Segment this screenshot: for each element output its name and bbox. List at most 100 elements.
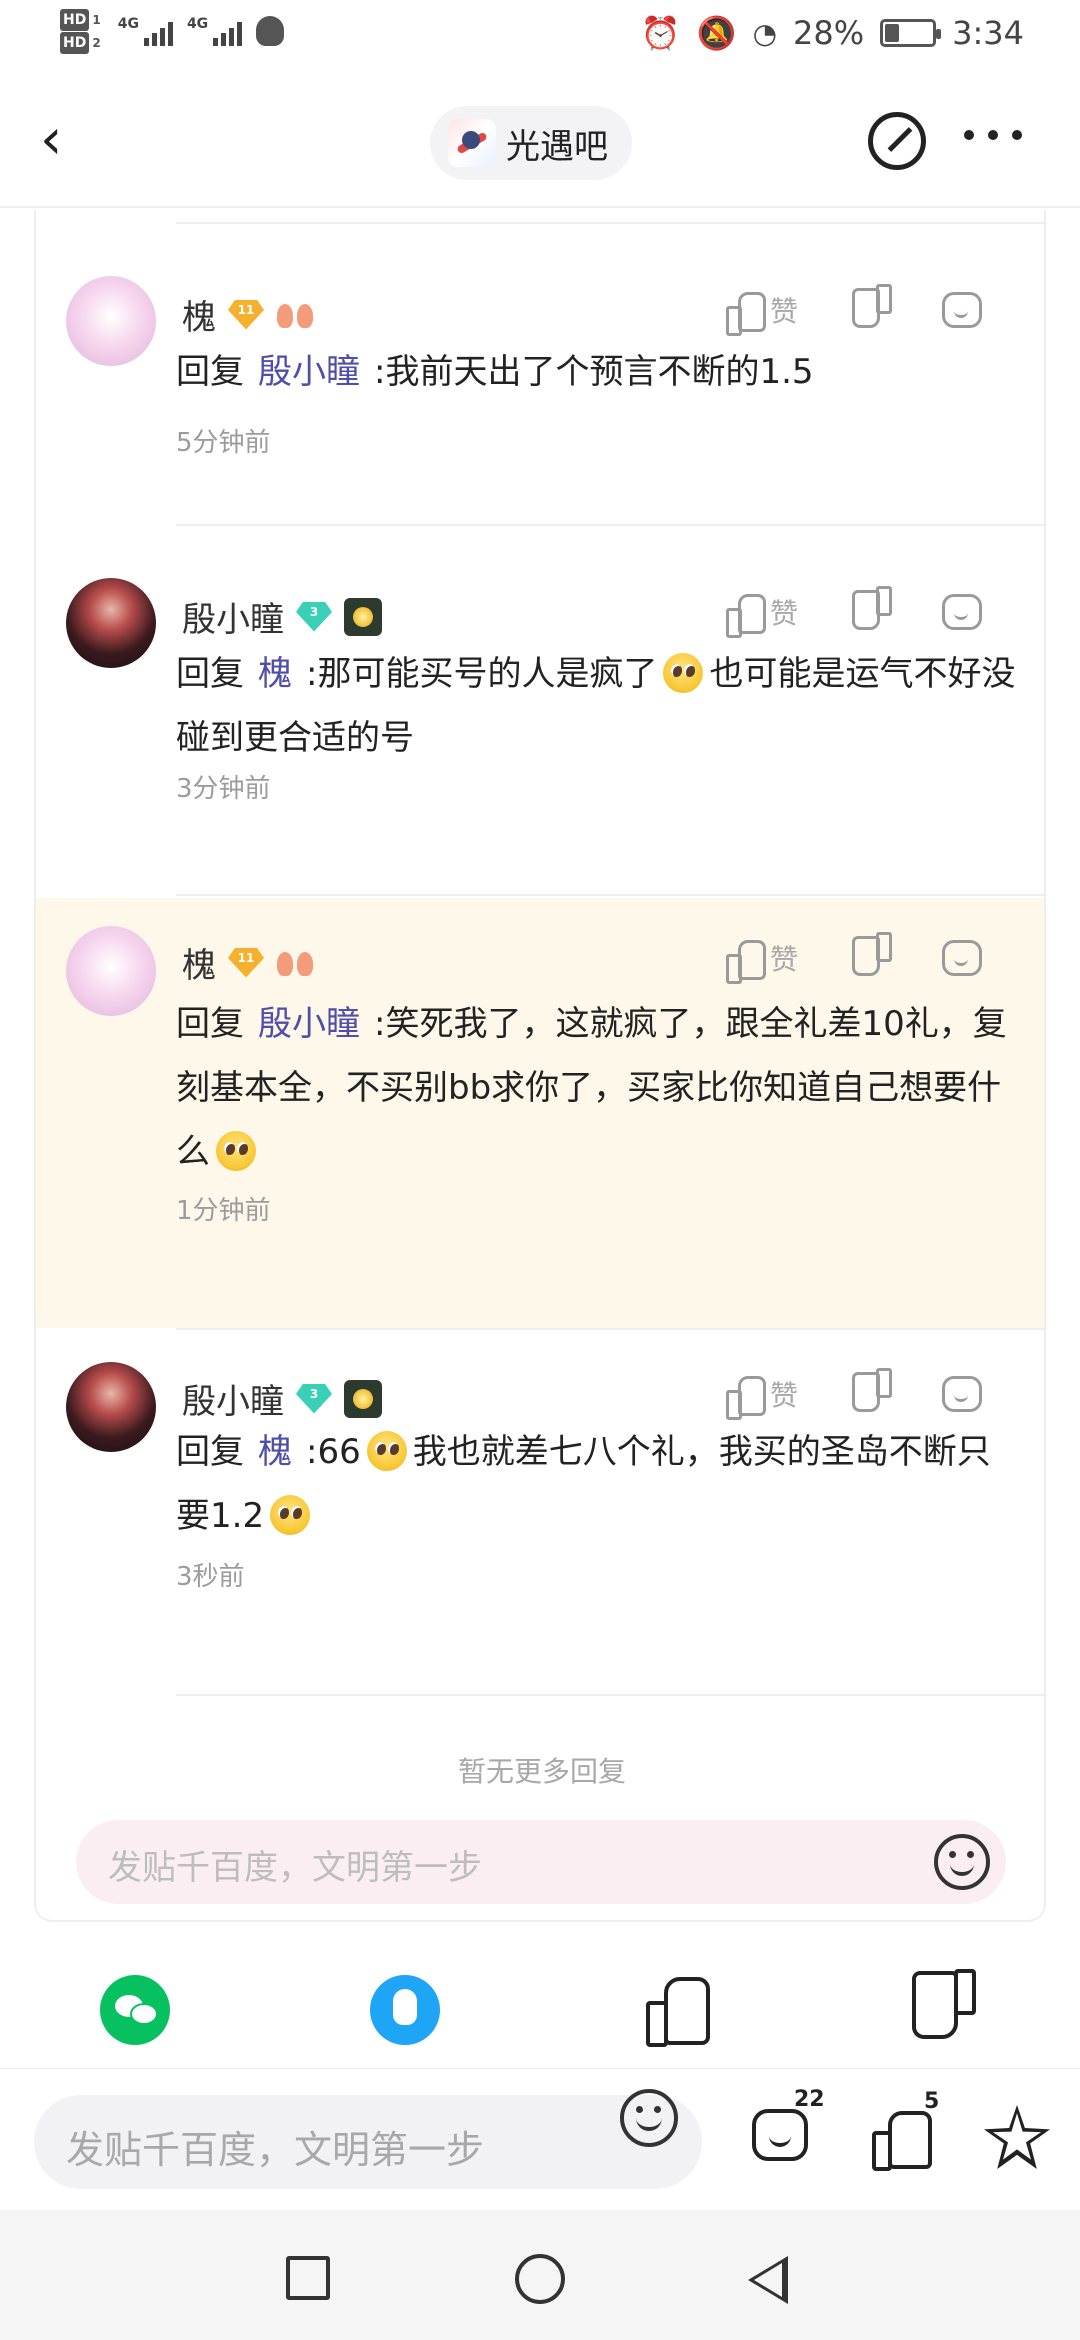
like-count: 5 (924, 2089, 940, 2114)
reply-timestamp: 5分钟前 (176, 428, 271, 458)
back-triangle-icon[interactable] (748, 2256, 788, 2304)
divider (176, 222, 1044, 224)
hd1-sub: 1 (92, 13, 101, 27)
battery-percent: 28% (793, 14, 865, 52)
thumbs-up-icon (726, 592, 766, 638)
reply-to-link[interactable]: 槐 (258, 1432, 292, 1472)
dislike-button[interactable] (854, 592, 892, 632)
hd2-label: HD (60, 32, 90, 54)
lungs-badge-icon (276, 300, 314, 330)
sun-badge-icon (344, 1379, 382, 1418)
pleading-face-emoji-icon (216, 1131, 256, 1171)
emoji-picker-icon[interactable] (934, 1834, 990, 1890)
reply-item: 殷小瞳 3 赞 回复槐:66 我也就差七八个礼，我买的圣岛不断只要1.2 3秒前 (36, 1330, 1044, 1660)
no-more-replies: 暂无更多回复 (457, 1755, 626, 1788)
network-type-1: 4G (117, 16, 139, 32)
divider (176, 894, 1044, 896)
reply-text: 回复槐:那可能买号的人是疯了 也可能是运气不好没碰到更合适的号 (176, 653, 1016, 758)
like-icon[interactable] (872, 2109, 932, 2171)
avatar[interactable] (66, 926, 156, 1016)
reply-input-placeholder: 发贴千百度，文明第一步 (108, 1848, 482, 1888)
clock: 3:34 (952, 14, 1024, 52)
reply-thread-card: 槐 11 赞 回复殷小瞳:我前天出了个预言不断的1.5 5分钟前 殷小瞳 3 (34, 210, 1046, 1922)
reply-icon[interactable] (942, 1376, 982, 1412)
favorite-star-icon[interactable] (984, 2105, 1050, 2169)
top-nav-bar: ‹ 光遇吧 (0, 80, 1080, 208)
forum-logo (448, 119, 496, 167)
like-label: 赞 (770, 295, 799, 328)
author-name[interactable]: 槐 (182, 290, 216, 339)
alarm-icon: ⏰ (640, 14, 681, 52)
reply-icon[interactable] (942, 292, 982, 328)
reply-icon[interactable] (942, 594, 982, 630)
hd2-sub: 2 (92, 36, 101, 50)
wechat-icon[interactable] (100, 1975, 170, 2045)
pleading-face-emoji-icon (663, 653, 704, 693)
thumbs-up-icon (726, 938, 766, 984)
author-name[interactable]: 殷小瞳 (182, 1374, 284, 1423)
pleading-face-emoji-icon (366, 1431, 407, 1471)
sun-badge-icon (344, 597, 382, 636)
comments-icon[interactable] (752, 2109, 808, 2161)
comment-input-placeholder: 发贴千百度，文明第一步 (66, 2128, 485, 2172)
level-badge-icon: 3 (296, 601, 332, 632)
share-icon[interactable] (868, 112, 926, 170)
qq-icon[interactable] (370, 1975, 440, 2045)
dislike-button[interactable] (854, 1374, 892, 1414)
comment-count: 22 (794, 2087, 825, 2112)
reply-text: 回复 殷小瞳:我前天出了个预言不断的1.5 (176, 352, 814, 392)
reply-item-highlighted: 槐 11 赞 回复 殷小瞳:笑死我了，这就疯了，跟全礼差10礼，复刻基本全，不买别… (36, 898, 1044, 1328)
dislike-button[interactable] (854, 938, 892, 978)
reply-to-link[interactable]: 槐 (258, 654, 292, 694)
forum-name-pill[interactable]: 光遇吧 (430, 106, 632, 180)
level-badge-icon: 3 (296, 1383, 332, 1414)
level-badge-icon: 11 (228, 947, 264, 978)
thumbs-up-icon[interactable] (646, 1975, 710, 2047)
forum-name: 光遇吧 (506, 126, 608, 167)
like-label: 赞 (770, 1379, 799, 1412)
mute-icon: 🔕 (696, 14, 737, 52)
reply-timestamp: 3秒前 (176, 1562, 245, 1592)
thumbs-down-icon[interactable] (916, 1975, 976, 2041)
divider (176, 1694, 1044, 1696)
comment-input[interactable]: 发贴千百度，文明第一步 (34, 2095, 702, 2189)
reply-timestamp: 3分钟前 (176, 774, 271, 804)
thumbs-up-icon (726, 1374, 766, 1420)
status-bar: HD 1 HD 2 4G 4G ⏰ 🔕 ◔ 28% 3:34 (0, 0, 1080, 80)
reply-icon[interactable] (942, 940, 982, 976)
dislike-button[interactable] (854, 290, 892, 330)
reply-text: 回复槐:66 我也就差七八个礼，我买的圣岛不断只要1.2 (176, 1431, 991, 1536)
reply-item: 槐 11 赞 回复 殷小瞳:我前天出了个预言不断的1.5 5分钟前 (36, 240, 1044, 542)
recents-square-icon[interactable] (286, 2256, 330, 2300)
bottom-comment-bar: 发贴千百度，文明第一步 22 5 (0, 2068, 1080, 2210)
thumbs-up-icon (726, 290, 766, 336)
like-button[interactable]: 赞 (726, 592, 826, 638)
avatar[interactable] (66, 1362, 156, 1452)
emoji-picker-icon[interactable] (620, 2089, 678, 2147)
author-name[interactable]: 殷小瞳 (182, 592, 284, 641)
reply-item: 殷小瞳 3 赞 回复槐:那可能买号的人是疯了 也可能是运气不好没碰到更合适的号 3… (36, 526, 1044, 806)
data-saver-icon: ◔ (752, 16, 778, 50)
reply-input[interactable]: 发贴千百度，文明第一步 (76, 1820, 1006, 1904)
like-button[interactable]: 赞 (726, 1374, 826, 1420)
author-name[interactable]: 槐 (182, 938, 216, 987)
home-circle-icon[interactable] (515, 2254, 565, 2304)
like-button[interactable]: 赞 (726, 290, 826, 336)
reply-text: 回复 殷小瞳:笑死我了，这就疯了，跟全礼差10礼，复刻基本全，不买别bb求你了，买… (176, 1004, 1007, 1172)
sim-hd-indicators: HD 1 HD 2 (60, 8, 104, 54)
battery-icon (880, 19, 942, 47)
lungs-badge-icon (276, 948, 314, 978)
like-label: 赞 (770, 597, 799, 630)
reply-to-link[interactable]: 殷小瞳 (258, 1004, 360, 1044)
qq-status-icon (256, 16, 285, 46)
system-nav-bar (0, 2210, 1080, 2340)
reply-to-link[interactable]: 殷小瞳 (258, 352, 360, 392)
network-type-2: 4G (186, 16, 209, 32)
hd1-label: HD (60, 9, 90, 31)
pleading-face-emoji-icon (270, 1495, 311, 1535)
back-chevron-icon[interactable]: ‹ (40, 110, 90, 174)
like-button[interactable]: 赞 (726, 938, 826, 984)
avatar[interactable] (66, 276, 156, 366)
avatar[interactable] (66, 578, 156, 668)
more-options-icon[interactable] (964, 130, 1022, 140)
